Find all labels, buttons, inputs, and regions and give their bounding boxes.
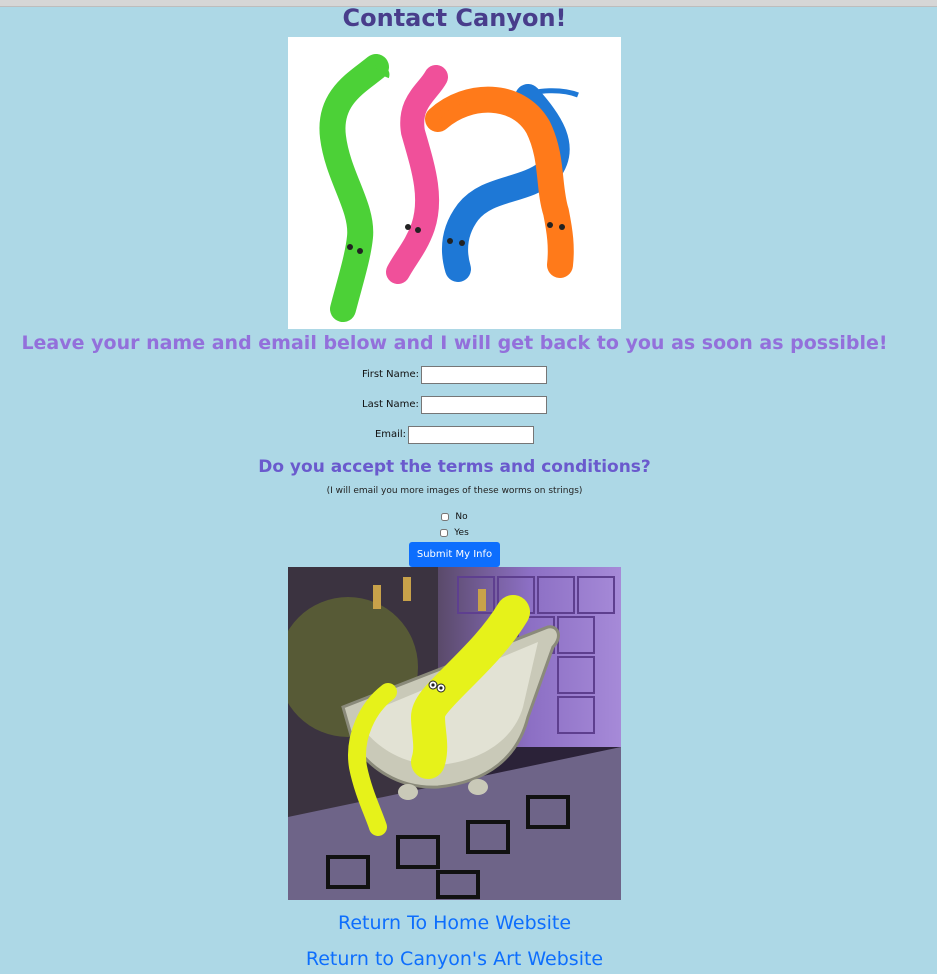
terms-question: Do you accept the terms and conditions? bbox=[258, 457, 651, 477]
page-title: Contact Canyon! bbox=[342, 4, 567, 32]
bathtub-worm-image bbox=[288, 567, 621, 900]
email-input[interactable] bbox=[408, 426, 535, 444]
bathtub-illustration bbox=[288, 567, 621, 900]
last-name-row: Last Name: bbox=[0, 395, 909, 416]
no-label: No bbox=[455, 512, 468, 522]
last-name-input[interactable] bbox=[420, 396, 547, 414]
terms-option-yes: Yes bbox=[0, 526, 909, 540]
terms-option-no: No bbox=[0, 510, 909, 524]
email-label: Email: bbox=[374, 429, 407, 440]
yes-label: Yes bbox=[454, 528, 469, 538]
submit-button[interactable]: Submit My Info bbox=[409, 542, 500, 567]
home-website-link[interactable]: Return To Home Website bbox=[0, 909, 909, 937]
first-name-label: First Name: bbox=[361, 369, 420, 380]
worms-image bbox=[288, 37, 621, 329]
first-name-row: First Name: bbox=[0, 365, 909, 386]
terms-note: (I will email you more images of these w… bbox=[326, 486, 583, 496]
email-row: Email: bbox=[0, 425, 909, 446]
first-name-input[interactable] bbox=[421, 366, 548, 384]
worms-illustration bbox=[288, 37, 621, 329]
yes-checkbox[interactable] bbox=[440, 528, 449, 537]
art-website-link[interactable]: Return to Canyon's Art Website bbox=[0, 945, 909, 973]
contact-instructions: Leave your name and email below and I wi… bbox=[21, 332, 888, 354]
last-name-label: Last Name: bbox=[362, 399, 419, 410]
no-checkbox[interactable] bbox=[441, 512, 450, 521]
